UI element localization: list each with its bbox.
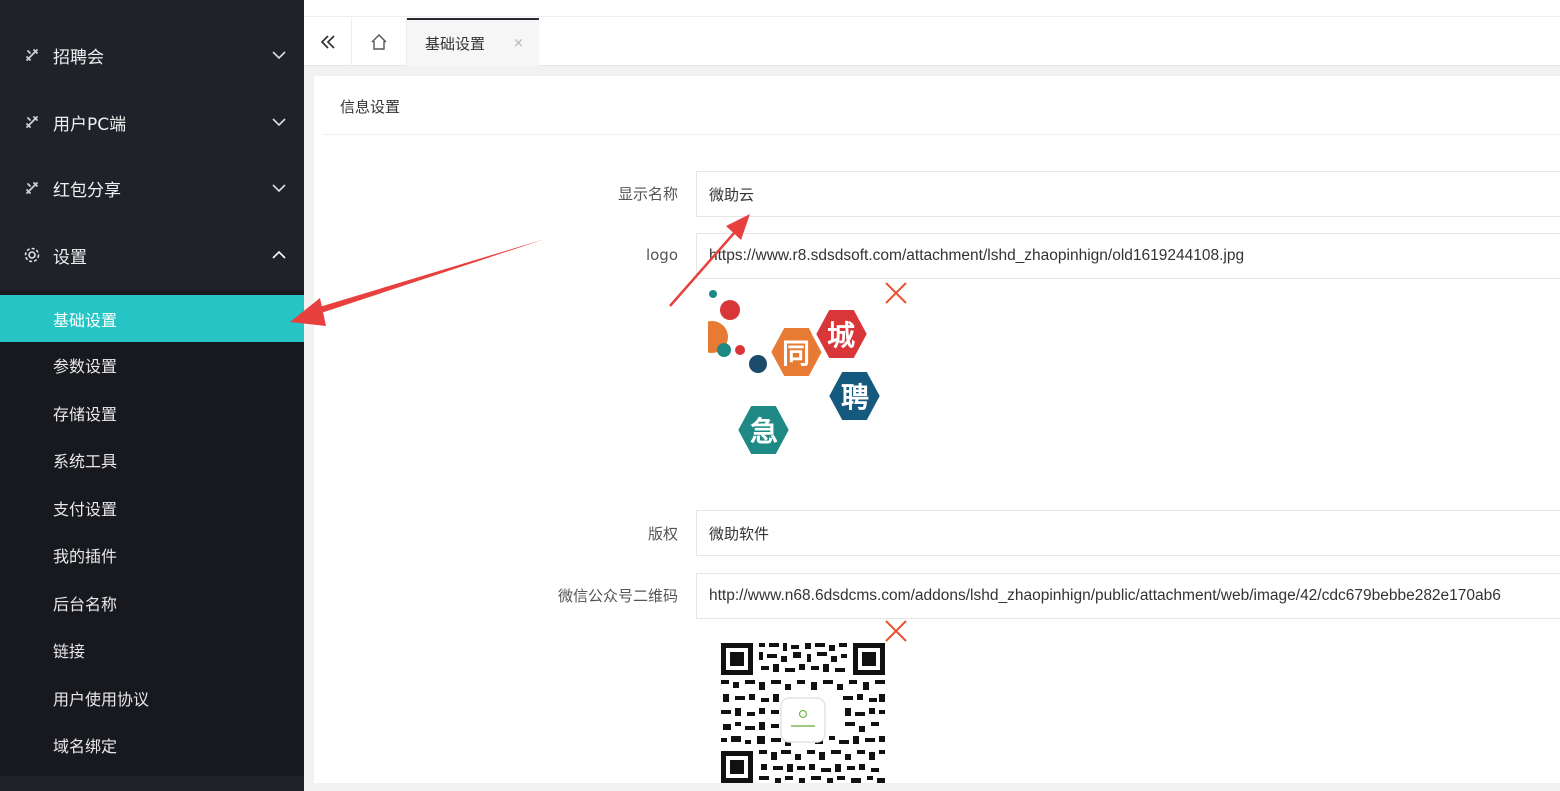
sidebar: 招聘会 用户PC端 红包分享 设置 基础设置 参数设置 存储设置 系统工具 支付… [0, 0, 304, 791]
settings-card: 信息设置 显示名称 微助云 logo https://www.r8.sdsdso… [314, 76, 1560, 783]
sidebar-group-label: 用户PC端 [53, 114, 127, 135]
sidebar-item-label: 后台名称 [53, 594, 118, 614]
gear-icon [22, 245, 42, 265]
tab-basic-settings[interactable]: 基础设置 × [407, 18, 539, 66]
copyright-input[interactable]: 微助软件 [696, 510, 1560, 556]
sidebar-item-domain-binding[interactable]: 域名绑定 [0, 721, 304, 768]
wechat-qr-url-input[interactable]: http://www.n68.6dsdcms.com/addons/lshd_z… [696, 573, 1560, 619]
logo-url-value: https://www.r8.sdsdsoft.com/attachment/l… [709, 247, 1245, 264]
sidebar-item-label: 系统工具 [53, 451, 118, 471]
sidebar-item-user-agreement[interactable]: 用户使用协议 [0, 674, 304, 721]
double-chevron-left-icon [320, 35, 335, 49]
close-icon[interactable]: × [513, 36, 524, 51]
logo-preview-image: 同 城 聘 急 [708, 290, 898, 470]
chevron-down-icon [270, 179, 288, 197]
sidebar-group-settings[interactable]: 设置 [0, 222, 304, 288]
wechat-qr-url-value: http://www.n68.6dsdcms.com/addons/lshd_z… [709, 587, 1501, 604]
sidebar-item-admin-name[interactable]: 后台名称 [0, 579, 304, 626]
remove-qr-button[interactable] [884, 619, 908, 647]
display-name-label: 显示名称 [617, 185, 678, 203]
close-icon [885, 282, 907, 304]
logo-char: 聘 [841, 381, 869, 414]
logo-label: logo [645, 246, 678, 264]
chevron-down-icon [270, 46, 288, 64]
bottom-strip [304, 783, 1560, 791]
sidebar-item-label: 域名绑定 [53, 736, 118, 756]
copyright-label: 版权 [647, 525, 678, 543]
tools-icon [22, 112, 42, 132]
logo-url-input[interactable]: https://www.r8.sdsdsoft.com/attachment/l… [696, 233, 1560, 279]
tab-bar: 基础设置 × [304, 0, 1560, 66]
sidebar-item-my-plugins[interactable]: 我的插件 [0, 531, 304, 578]
logo-char: 急 [750, 415, 778, 448]
wechat-qr-preview-image [719, 638, 887, 783]
remove-logo-button[interactable] [884, 281, 908, 309]
sidebar-item-label: 支付设置 [53, 499, 118, 519]
display-name-input[interactable]: 微助云 [696, 171, 1560, 217]
sidebar-footer [0, 776, 304, 791]
sidebar-group-red-packet[interactable]: 红包分享 [0, 155, 304, 221]
sidebar-item-label: 基础设置 [53, 310, 118, 330]
sidebar-item-system-tools[interactable]: 系统工具 [0, 436, 304, 483]
wechat-qr-label: 微信公众号二维码 [557, 587, 678, 605]
tools-icon [22, 45, 42, 65]
sidebar-group-job-fair[interactable]: 招聘会 [0, 22, 304, 88]
sidebar-group-label: 设置 [53, 247, 87, 268]
divider [322, 134, 1560, 135]
sidebar-item-payment-settings[interactable]: 支付设置 [0, 484, 304, 531]
display-name-value: 微助云 [709, 185, 755, 204]
sidebar-item-label: 用户使用协议 [53, 689, 150, 709]
sidebar-item-label: 链接 [53, 641, 86, 661]
sidebar-item-label: 存储设置 [53, 404, 118, 424]
collapse-sidebar-button[interactable] [304, 18, 352, 66]
logo-char: 同 [782, 337, 810, 370]
copyright-value: 微助软件 [709, 524, 770, 543]
sidebar-item-param-settings[interactable]: 参数设置 [0, 341, 304, 388]
sidebar-group-label: 红包分享 [53, 180, 121, 201]
chevron-down-icon [270, 113, 288, 131]
close-icon [885, 620, 907, 642]
sidebar-item-basic-settings[interactable]: 基础设置 [0, 295, 304, 342]
sidebar-item-label: 参数设置 [53, 356, 118, 376]
tab-label: 基础设置 [425, 34, 486, 53]
sidebar-group-user-pc[interactable]: 用户PC端 [0, 89, 304, 155]
top-strip [304, 0, 1560, 17]
card-title: 信息设置 [340, 98, 401, 116]
home-icon [371, 34, 387, 50]
sidebar-item-storage-settings[interactable]: 存储设置 [0, 389, 304, 436]
logo-char: 城 [827, 319, 855, 352]
home-tab-button[interactable] [352, 18, 407, 66]
sidebar-item-links[interactable]: 链接 [0, 626, 304, 673]
sidebar-group-label: 招聘会 [53, 47, 104, 68]
sidebar-item-label: 我的插件 [53, 546, 118, 566]
chevron-up-icon [270, 246, 288, 264]
tools-icon [22, 178, 42, 198]
